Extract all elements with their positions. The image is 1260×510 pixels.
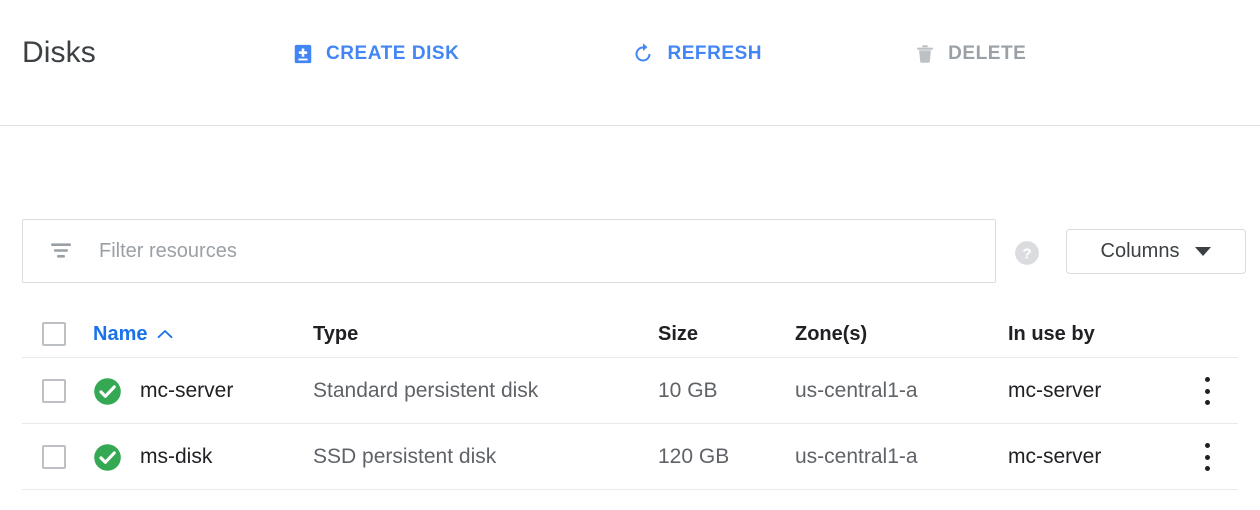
page-title: Disks: [22, 36, 96, 69]
menu-dot: [1204, 377, 1210, 382]
columns-button[interactable]: Columns: [1066, 229, 1246, 274]
trash-icon: [914, 42, 936, 66]
cell-name[interactable]: ms-disk: [140, 444, 212, 470]
cell-type: SSD persistent disk: [313, 445, 497, 468]
row-overflow-menu-icon[interactable]: [1196, 377, 1218, 405]
row-checkbox-cell[interactable]: [42, 445, 66, 469]
help-button[interactable]: ?: [1014, 240, 1040, 266]
table-row[interactable]: mc-server Standard persistent disk 10 GB…: [0, 358, 1260, 424]
refresh-label: REFRESH: [667, 43, 763, 64]
cell-type: Standard persistent disk: [313, 379, 539, 402]
refresh-icon: [631, 42, 655, 66]
columns-button-label: Columns: [1100, 240, 1180, 262]
refresh-button[interactable]: REFRESH: [621, 38, 772, 70]
column-header-type[interactable]: Type: [313, 322, 358, 346]
row-checkbox-cell[interactable]: [42, 379, 66, 403]
delete-label: DELETE: [948, 43, 1027, 64]
row-menu-cell[interactable]: [1196, 377, 1218, 405]
disks-table: Name Type Size Zone(s) In use by mc-serv…: [0, 310, 1260, 490]
svg-text:?: ?: [1022, 246, 1031, 263]
select-all-checkbox-cell[interactable]: [42, 322, 66, 346]
cell-zone: us-central1-a: [795, 379, 918, 402]
cell-size: 120 GB: [658, 445, 730, 468]
help-circle-icon: ?: [1014, 240, 1040, 266]
row-divider: [22, 489, 1238, 490]
cell-size: 10 GB: [658, 379, 718, 402]
row-checkbox[interactable]: [42, 445, 66, 469]
cell-in-use-by[interactable]: mc-server: [1008, 444, 1101, 470]
menu-dot: [1204, 388, 1210, 394]
add-disk-icon: [292, 43, 314, 65]
filter-input[interactable]: [99, 236, 995, 266]
delete-button[interactable]: DELETE: [904, 38, 1036, 70]
sort-ascending-icon: [157, 328, 173, 340]
column-header-name[interactable]: Name: [93, 322, 173, 346]
table-header-row: Name Type Size Zone(s) In use by: [0, 310, 1260, 358]
column-header-in-use-by[interactable]: In use by: [1008, 322, 1095, 346]
menu-dot: [1204, 443, 1210, 448]
filter-icon[interactable]: [23, 242, 99, 260]
menu-dot: [1204, 466, 1210, 471]
menu-dot: [1204, 400, 1210, 405]
menu-dot: [1204, 454, 1210, 460]
column-header-zone[interactable]: Zone(s): [795, 322, 867, 346]
table-row[interactable]: ms-disk SSD persistent disk 120 GB us-ce…: [0, 424, 1260, 490]
cell-zone: us-central1-a: [795, 445, 918, 468]
column-header-size[interactable]: Size: [658, 322, 698, 346]
cell-name[interactable]: mc-server: [140, 378, 233, 404]
column-header-name-label: Name: [93, 323, 148, 345]
status-ok-icon: [93, 443, 122, 472]
create-disk-label: CREATE DISK: [326, 43, 460, 64]
row-overflow-menu-icon[interactable]: [1196, 443, 1218, 471]
select-all-checkbox[interactable]: [42, 322, 66, 346]
chevron-down-icon: [1195, 247, 1212, 256]
row-checkbox[interactable]: [42, 379, 66, 403]
page-toolbar: CREATE DISK REFRESH DELETE: [282, 38, 1036, 70]
create-disk-button[interactable]: CREATE DISK: [282, 38, 469, 70]
cell-in-use-by[interactable]: mc-server: [1008, 378, 1101, 404]
page-header: Disks CREATE DISK REFRESH DELETE: [0, 0, 1260, 126]
row-menu-cell[interactable]: [1196, 443, 1218, 471]
status-ok-icon: [93, 377, 122, 406]
filter-box[interactable]: [22, 219, 996, 283]
filter-row: ? Columns: [0, 219, 1260, 283]
